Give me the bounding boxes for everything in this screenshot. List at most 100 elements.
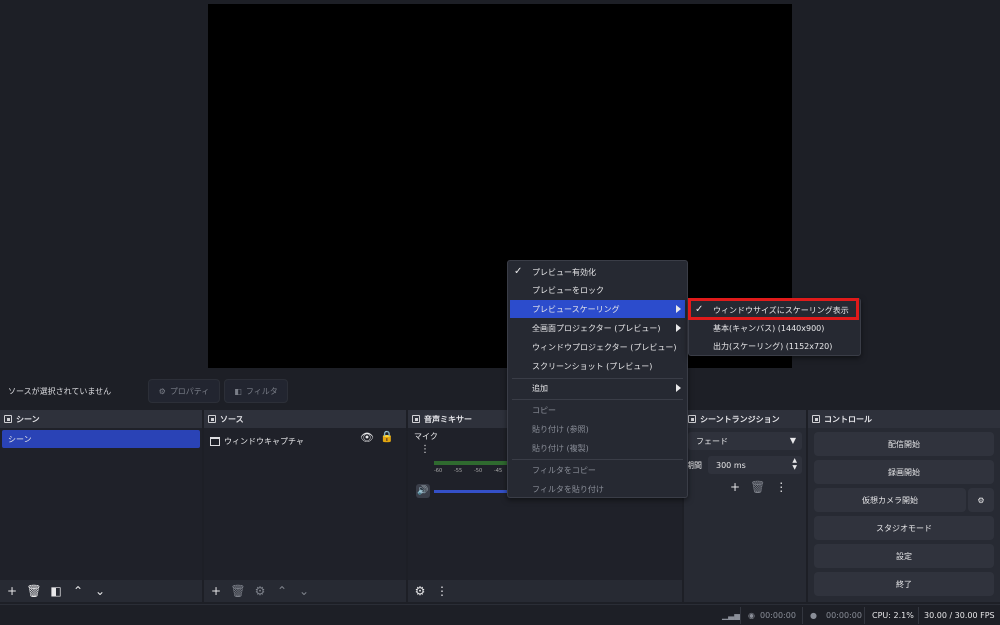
source-item-label: ウィンドウキャプチャ	[224, 436, 304, 446]
menu-item-paste-duplicate[interactable]: 貼り付け (複製)	[510, 439, 685, 457]
transitions-dock-title: シーントランジション	[700, 414, 780, 424]
menu-item-label: スクリーンショット (プレビュー)	[532, 361, 653, 371]
scenes-footer: + 🗑 ◧ ⌃ ⌄	[0, 580, 202, 602]
window-icon	[210, 436, 220, 446]
scale-tick: -50	[474, 468, 483, 474]
submenu-item-output[interactable]: 出力(スケーリング) (1152x720)	[691, 337, 858, 355]
menu-item-lock-preview[interactable]: プレビューをロック	[510, 281, 685, 299]
menu-item-fullscreen-projector[interactable]: 全画面プロジェクター (プレビュー)	[510, 319, 685, 337]
scale-tick: -55	[454, 468, 463, 474]
chevron-down-icon[interactable]: ⌄	[92, 583, 108, 599]
menu-item-screenshot[interactable]: スクリーンショット (プレビュー)	[510, 357, 685, 375]
exit-button[interactable]: 終了	[814, 572, 994, 596]
settings-button[interactable]: 設定	[814, 544, 994, 568]
menu-item-label: フィルタをコピー	[532, 465, 596, 475]
scene-filter-icon[interactable]: ◧	[48, 583, 64, 599]
menu-item-preview-scaling[interactable]: プレビュースケーリング	[510, 300, 685, 318]
speaker-icon[interactable]: 🔊	[416, 484, 430, 498]
controls-dock-header[interactable]: コントロール	[808, 410, 1000, 428]
lock-icon[interactable]: 🔒	[380, 430, 394, 443]
menu-item-label: プレビュー有効化	[532, 267, 596, 277]
add-transition-icon[interactable]: +	[730, 480, 740, 494]
properties-button[interactable]: ⚙ プロパティ	[148, 379, 220, 403]
controls-dock-title: コントロール	[824, 414, 872, 424]
chevron-down-icon[interactable]: ⌄	[296, 583, 312, 599]
trash-icon[interactable]: 🗑	[750, 480, 765, 494]
dock-icon	[412, 415, 420, 423]
menu-item-label: コピー	[532, 405, 556, 415]
dock-icon	[812, 415, 820, 423]
add-source-icon[interactable]: +	[208, 583, 224, 599]
dock-icon	[4, 415, 12, 423]
menu-item-copy[interactable]: コピー	[510, 401, 685, 419]
chevron-up-icon[interactable]: ⌃	[70, 583, 86, 599]
menu-item-label: 出力(スケーリング) (1152x720)	[713, 341, 833, 351]
transition-select[interactable]: フェード ▼	[688, 432, 802, 450]
kebab-menu-icon[interactable]: ⋮	[434, 583, 450, 599]
menu-item-copy-filters[interactable]: フィルタをコピー	[510, 461, 685, 479]
menu-item-enable-preview[interactable]: ✓ プレビュー有効化	[510, 263, 685, 281]
sources-footer: + 🗑 ⚙ ⌃ ⌄	[204, 580, 406, 602]
chevron-up-icon[interactable]: ⌃	[274, 583, 290, 599]
volume-meter	[434, 461, 514, 465]
menu-separator	[512, 399, 683, 400]
kebab-menu-icon[interactable]: ⋮	[775, 480, 787, 494]
sources-list: ウィンドウキャプチャ 👁 🔒	[204, 428, 406, 580]
add-scene-icon[interactable]: +	[4, 583, 20, 599]
submenu-item-canvas[interactable]: 基本(キャンバス) (1440x900)	[691, 319, 858, 337]
record-icon: ●	[810, 611, 817, 620]
menu-item-window-projector[interactable]: ウィンドウプロジェクター (プレビュー)	[510, 338, 685, 356]
divider	[918, 607, 919, 624]
spinner-icon[interactable]: ▲ ▼	[792, 457, 797, 471]
trash-icon[interactable]: 🗑	[230, 583, 246, 599]
advanced-audio-gear-icon[interactable]: ⚙	[412, 583, 428, 599]
transitions-dock-header[interactable]: シーントランジション	[684, 410, 806, 428]
mixer-footer: ⚙ ⋮	[408, 580, 682, 602]
menu-item-label: 全画面プロジェクター (プレビュー)	[532, 323, 661, 333]
record-time: 00:00:00	[826, 611, 862, 620]
menu-item-label: 貼り付け (複製)	[532, 443, 589, 453]
start-recording-button[interactable]: 録画開始	[814, 460, 994, 484]
stream-icon: ◉	[748, 611, 755, 620]
filters-label: フィルタ	[245, 386, 278, 396]
transition-select-value: フェード	[696, 436, 728, 446]
scenes-list: シーン	[0, 428, 202, 580]
dock-icon	[688, 415, 696, 423]
eye-icon[interactable]: 👁	[360, 431, 374, 444]
properties-label: プロパティ	[169, 386, 210, 396]
gear-icon[interactable]: ⚙	[252, 583, 268, 599]
volume-slider[interactable]	[434, 490, 514, 493]
gear-icon[interactable]: ⚙	[968, 488, 994, 512]
sources-dock-header[interactable]: ソース	[204, 410, 406, 428]
studio-mode-button[interactable]: スタジオモード	[814, 516, 994, 540]
no-source-label: ソースが選択されていません	[8, 387, 112, 396]
menu-item-label: 追加	[532, 383, 548, 393]
menu-item-label: フィルタを貼り付け	[532, 484, 604, 494]
start-streaming-button[interactable]: 配信開始	[814, 432, 994, 456]
mixer-dock-title: 音声ミキサー	[424, 414, 472, 424]
scenes-dock-title: シーン	[16, 414, 40, 424]
menu-item-add[interactable]: 追加	[510, 379, 685, 397]
fps-readout: 30.00 / 30.00 FPS	[924, 611, 995, 620]
scenes-dock: シーン シーン + 🗑 ◧ ⌃ ⌄	[0, 410, 202, 602]
menu-item-label: 基本(キャンバス) (1440x900)	[713, 323, 825, 333]
menu-item-paste-filters[interactable]: フィルタを貼り付け	[510, 480, 685, 498]
divider	[740, 607, 741, 624]
menu-item-label: 貼り付け (参照)	[532, 424, 589, 434]
kebab-menu-icon[interactable]: ⋮	[420, 444, 430, 455]
gear-icon: ⚙	[158, 386, 166, 396]
trash-icon[interactable]: 🗑	[26, 583, 42, 599]
source-toolbar: ソースが選択されていません ⚙ プロパティ ◧ フィルタ	[0, 374, 1000, 408]
menu-item-label: プレビュースケーリング	[532, 304, 620, 314]
scene-item[interactable]: シーン	[2, 430, 200, 448]
scenes-dock-header[interactable]: シーン	[0, 410, 202, 428]
start-virtual-camera-button[interactable]: 仮想カメラ開始	[814, 488, 966, 512]
duration-label: 期間	[686, 461, 702, 470]
duration-input[interactable]: 300 ms ▲ ▼	[708, 456, 802, 474]
filters-button[interactable]: ◧ フィルタ	[224, 379, 288, 403]
menu-separator	[512, 459, 683, 460]
highlight-annotation	[688, 298, 859, 320]
sources-dock: ソース ウィンドウキャプチャ 👁 🔒 + 🗑 ⚙ ⌃ ⌄	[204, 410, 406, 602]
submenu-arrow-icon	[676, 305, 681, 313]
menu-item-paste-reference[interactable]: 貼り付け (参照)	[510, 420, 685, 438]
